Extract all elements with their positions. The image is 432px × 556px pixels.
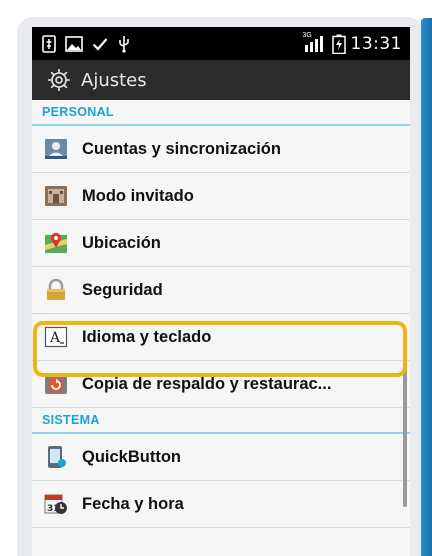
accounts-icon (44, 137, 68, 161)
gear-icon[interactable] (46, 67, 72, 93)
quickbutton-icon (44, 445, 68, 469)
settings-item-label: Fecha y hora (82, 494, 184, 513)
usb-icon (117, 35, 131, 53)
settings-item-guest-mode[interactable]: Modo invitado (32, 173, 410, 220)
guest-mode-icon (44, 184, 68, 208)
settings-item-label: Modo invitado (82, 186, 194, 205)
status-clock: 13:31 (350, 33, 402, 54)
settings-item-label: Seguridad (82, 280, 163, 299)
usb-debug-icon (42, 34, 56, 53)
action-bar: Ajustes (32, 60, 410, 100)
device-frame-edge (421, 18, 432, 556)
status-left-icons (42, 34, 131, 53)
status-right-icons: 3G 13:31 (302, 31, 403, 54)
settings-item-accounts[interactable]: Cuentas y sincronización (32, 126, 410, 173)
section-header-system: SISTEMA (32, 408, 410, 434)
signal-icon: 3G (302, 31, 327, 53)
settings-item-label: QuickButton (82, 447, 181, 466)
network-type-label: 3G (302, 31, 312, 39)
phone-screen: 3G 13:31 Ajustes PERSONAL Cuentas y sinc… (32, 27, 410, 556)
battery-charging-icon (331, 34, 346, 54)
highlight-outline (33, 321, 407, 377)
calendar-clock-icon: 31 (44, 492, 68, 516)
status-bar: 3G 13:31 (32, 27, 410, 60)
settings-item-date-time[interactable]: 31 Fecha y hora (32, 481, 410, 528)
settings-item-label: Cuentas y sincronización (82, 139, 281, 158)
lock-icon (44, 278, 68, 302)
image-icon (65, 35, 83, 52)
settings-item-label: Copia de respaldo y restaurac... (82, 374, 332, 393)
settings-item-quickbutton[interactable]: QuickButton (32, 434, 410, 481)
scrollbar[interactable] (403, 367, 407, 507)
settings-item-location[interactable]: Ubicación (32, 220, 410, 267)
section-header-personal: PERSONAL (32, 100, 410, 126)
settings-item-security[interactable]: Seguridad (32, 267, 410, 314)
settings-item-label: Ubicación (82, 233, 161, 252)
check-icon (92, 37, 108, 51)
page-title: Ajustes (81, 69, 147, 91)
location-icon (44, 231, 68, 255)
